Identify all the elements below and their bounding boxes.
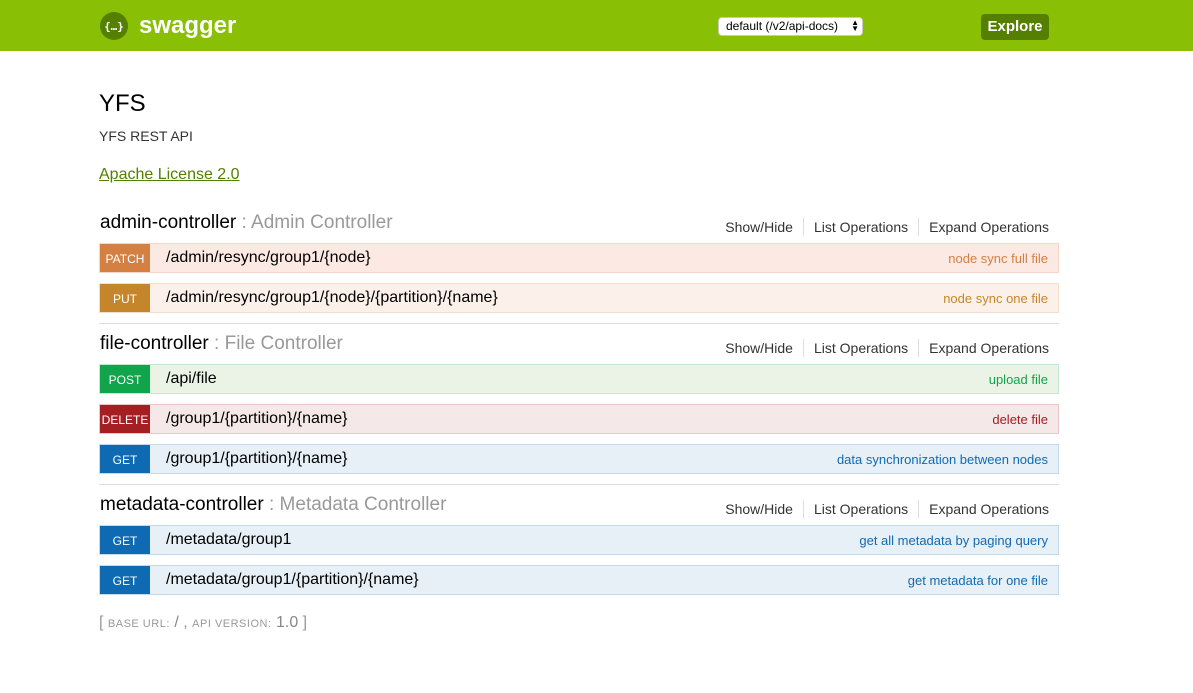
base-url-value: /	[174, 614, 179, 631]
resource-separator: :	[208, 333, 225, 354]
license-link[interactable]: Apache License 2.0	[99, 166, 240, 184]
resource-metadata-controller: metadata-controller : Metadata Controlle…	[99, 492, 1059, 595]
swagger-logo-icon: {…}	[100, 12, 128, 40]
top-bar: {…} swagger default (/v2/api-docs) ▲ ▼ Ex…	[0, 0, 1193, 51]
operation-row[interactable]: GET /metadata/group1 get all metadata by…	[99, 525, 1059, 555]
resource-description: Admin Controller	[251, 212, 393, 233]
resource-description: Metadata Controller	[279, 494, 447, 515]
api-footer: [ base url: / , api version: 1.0 ]	[99, 614, 308, 631]
resource-name: metadata-controller	[100, 494, 264, 515]
api-spec-select[interactable]: default (/v2/api-docs) ▲ ▼	[718, 17, 863, 36]
resource-heading: metadata-controller : Metadata Controlle…	[99, 492, 1059, 523]
operation-summary[interactable]: upload file	[989, 372, 1048, 387]
operation-path[interactable]: /api/file	[166, 370, 217, 388]
operation-summary[interactable]: get all metadata by paging query	[859, 533, 1048, 548]
resource-divider	[99, 323, 1059, 324]
operation-summary[interactable]: get metadata for one file	[908, 573, 1048, 588]
resource-name: file-controller	[100, 333, 209, 354]
operation-path[interactable]: /group1/{partition}/{name}	[166, 450, 347, 468]
select-arrows-icon: ▲ ▼	[851, 18, 859, 33]
footer-open-bracket: [	[99, 614, 104, 631]
method-badge[interactable]: PATCH	[100, 244, 150, 272]
api-version-value: 1.0	[275, 614, 299, 631]
method-badge[interactable]: DELETE	[100, 405, 150, 433]
resource-actions: Show/Hide List Operations Expand Operati…	[715, 500, 1059, 518]
method-badge[interactable]: POST	[100, 365, 150, 393]
show-hide-link[interactable]: Show/Hide	[715, 218, 803, 236]
resource-heading: file-controller : File Controller Show/H…	[99, 331, 1059, 362]
operation-summary[interactable]: node sync one file	[943, 291, 1048, 306]
operation-row[interactable]: PATCH /admin/resync/group1/{node} node s…	[99, 243, 1059, 273]
base-url-label: base url	[107, 618, 167, 630]
resource-title[interactable]: admin-controller : Admin Controller	[100, 212, 393, 234]
resource-separator: :	[236, 212, 252, 233]
show-hide-link[interactable]: Show/Hide	[715, 500, 803, 518]
resource-title[interactable]: file-controller : File Controller	[100, 333, 343, 355]
method-badge[interactable]: GET	[100, 566, 150, 594]
swagger-logo[interactable]: {…} swagger	[100, 11, 236, 41]
operation-path[interactable]: /metadata/group1	[166, 531, 291, 549]
expand-operations-link[interactable]: Expand Operations	[918, 218, 1059, 236]
operation-row[interactable]: PUT /admin/resync/group1/{node}/{partiti…	[99, 283, 1059, 313]
show-hide-link[interactable]: Show/Hide	[715, 339, 803, 357]
swagger-logo-text: swagger	[139, 12, 237, 39]
expand-operations-link[interactable]: Expand Operations	[918, 500, 1059, 518]
method-badge[interactable]: PUT	[100, 284, 150, 312]
resource-file-controller: file-controller : File Controller Show/H…	[99, 331, 1059, 474]
method-badge[interactable]: GET	[100, 526, 150, 554]
resource-divider	[99, 484, 1059, 485]
method-badge[interactable]: GET	[100, 445, 150, 473]
footer-close-bracket: ]	[302, 614, 308, 631]
list-operations-link[interactable]: List Operations	[802, 339, 918, 357]
operation-row[interactable]: DELETE /group1/{partition}/{name} delete…	[99, 404, 1059, 434]
resource-name: admin-controller	[100, 212, 237, 233]
resource-admin-controller: admin-controller : Admin Controller Show…	[99, 210, 1059, 313]
explore-button[interactable]: Explore	[981, 14, 1049, 40]
list-operations-link[interactable]: List Operations	[802, 500, 918, 518]
api-title: YFS	[99, 90, 146, 117]
api-version-label: api version	[192, 618, 268, 630]
api-spec-select-value: default (/v2/api-docs)	[726, 19, 839, 33]
operation-summary[interactable]: node sync full file	[948, 251, 1048, 266]
operation-row[interactable]: GET /metadata/group1/{partition}/{name} …	[99, 565, 1059, 595]
operation-row[interactable]: GET /group1/{partition}/{name} data sync…	[99, 444, 1059, 474]
resource-description: File Controller	[224, 333, 343, 354]
operation-path[interactable]: /admin/resync/group1/{node}	[166, 249, 371, 267]
operation-summary[interactable]: delete file	[992, 412, 1048, 427]
operation-path[interactable]: /group1/{partition}/{name}	[166, 410, 347, 428]
operation-row[interactable]: POST /api/file upload file	[99, 364, 1059, 394]
operation-path[interactable]: /metadata/group1/{partition}/{name}	[166, 571, 419, 589]
resource-actions: Show/Hide List Operations Expand Operati…	[715, 339, 1059, 357]
resource-actions: Show/Hide List Operations Expand Operati…	[715, 218, 1059, 236]
operation-summary[interactable]: data synchronization between nodes	[837, 452, 1048, 467]
operation-path[interactable]: /admin/resync/group1/{node}/{partition}/…	[166, 289, 498, 307]
list-operations-link[interactable]: List Operations	[802, 218, 918, 236]
resource-title[interactable]: metadata-controller : Metadata Controlle…	[100, 494, 446, 516]
resource-separator: :	[263, 494, 280, 515]
expand-operations-link[interactable]: Expand Operations	[918, 339, 1059, 357]
resource-heading: admin-controller : Admin Controller Show…	[99, 210, 1059, 241]
api-description: YFS REST API	[99, 128, 193, 144]
